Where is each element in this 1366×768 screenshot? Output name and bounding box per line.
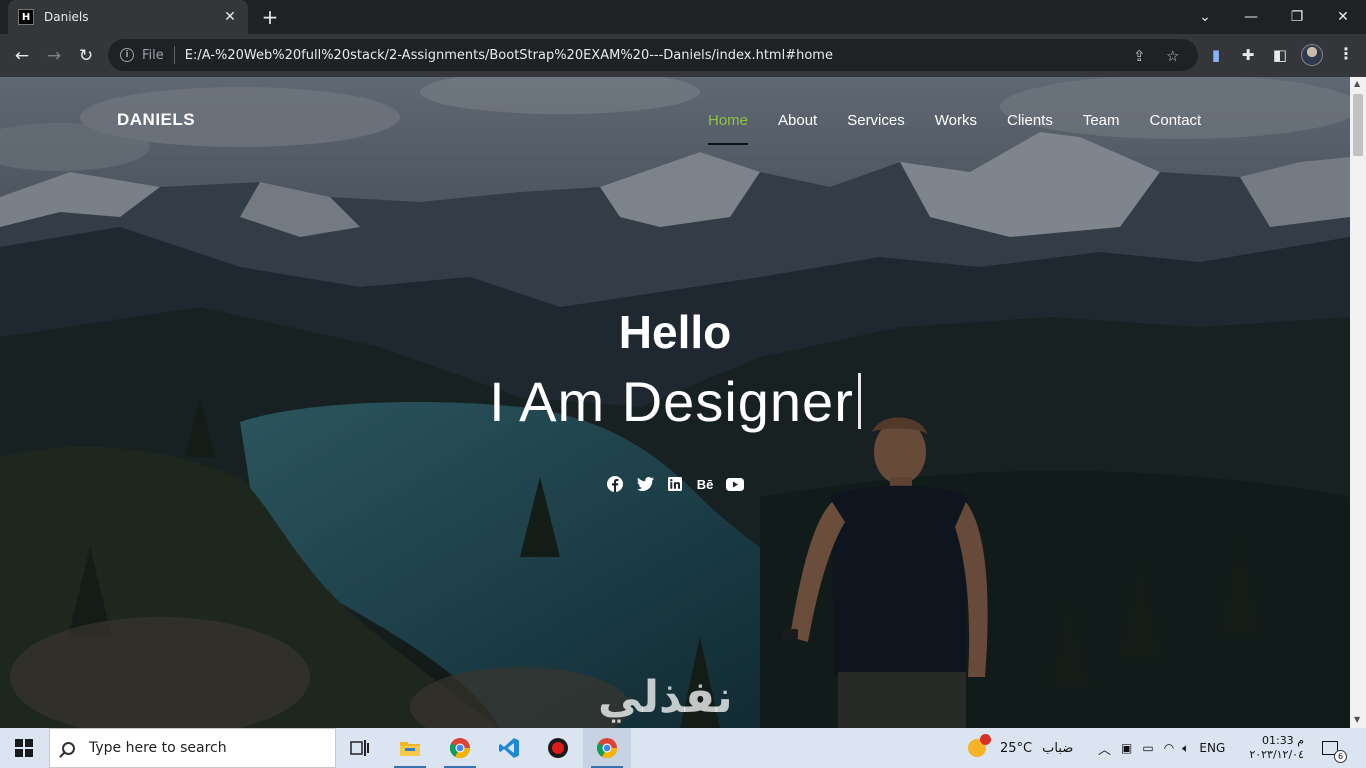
reload-button[interactable]: ↻: [72, 42, 100, 70]
scroll-thumb[interactable]: [1353, 94, 1363, 156]
site-info-icon[interactable]: i: [120, 48, 134, 62]
windows-logo-icon: [15, 739, 33, 757]
close-window-button[interactable]: ✕: [1320, 0, 1366, 34]
url-text[interactable]: E:/A-%20Web%20full%20stack/2-Assignments…: [185, 48, 833, 63]
chrome-icon[interactable]: [436, 728, 484, 768]
facebook-icon[interactable]: [604, 475, 626, 493]
address-bar[interactable]: i File E:/A-%20Web%20full%20stack/2-Assi…: [108, 39, 1198, 71]
notification-count-badge: 6: [1334, 750, 1347, 763]
screen-recorder-icon[interactable]: [534, 728, 582, 768]
battery-icon[interactable]: ▭: [1142, 741, 1153, 755]
hero-tagline-line: I Am Designer: [0, 369, 1350, 434]
extension-icon[interactable]: ▮: [1206, 46, 1226, 64]
side-panel-icon[interactable]: ◧: [1270, 46, 1290, 64]
clock-date: ٢٠٢٣/١٢/٠٤: [1249, 748, 1304, 761]
linkedin-icon[interactable]: [664, 475, 686, 493]
nav-item-about[interactable]: About: [778, 112, 817, 129]
address-divider: [173, 46, 175, 64]
wifi-icon[interactable]: ◠: [1164, 741, 1174, 755]
meet-now-icon[interactable]: ▣: [1121, 741, 1132, 755]
share-icon[interactable]: ⇪: [1133, 47, 1146, 65]
system-tray: ︿ ▣ ▭ ◠ 🔈︎ ENG: [1098, 728, 1225, 768]
tab-favicon-icon: H: [18, 9, 34, 25]
tab-strip: H Daniels ✕ + ⌄ — ❐ ✕: [0, 0, 1366, 34]
new-tab-button[interactable]: +: [258, 5, 282, 29]
back-button[interactable]: ←: [8, 42, 36, 70]
page-viewport: DANIELS Home About Services Works Client…: [0, 77, 1366, 728]
task-view-icon[interactable]: [336, 728, 384, 768]
restore-button[interactable]: ❐: [1274, 0, 1320, 34]
hero-tagline: I Am Designer: [489, 370, 854, 433]
menu-kebab-icon[interactable]: ⋮: [1338, 44, 1354, 63]
notifications-icon: 6: [1322, 741, 1347, 763]
taskbar-search-placeholder: Type here to search: [89, 740, 227, 756]
page-scrollbar[interactable]: ▲ ▼: [1350, 77, 1366, 728]
weather-temperature: 25°C: [1000, 740, 1033, 756]
hero-greeting: Hello: [618, 306, 732, 358]
nav-item-contact[interactable]: Contact: [1150, 112, 1202, 129]
watermark-logo: نفذلي: [598, 672, 733, 723]
vscode-icon[interactable]: [485, 728, 533, 768]
bookmark-star-icon[interactable]: ☆: [1166, 47, 1179, 65]
main-nav: Home About Services Works Clients Team C…: [693, 112, 1216, 145]
nav-item-home[interactable]: Home: [708, 112, 749, 145]
weather-sun-icon: [968, 734, 991, 757]
chrome-active-window-icon[interactable]: [583, 728, 631, 768]
nav-item-works[interactable]: Works: [935, 112, 977, 129]
scroll-up-icon[interactable]: ▲: [1354, 79, 1360, 88]
language-indicator[interactable]: ENG: [1199, 741, 1225, 755]
weather-widget[interactable]: 25°C ضباب: [968, 728, 1073, 768]
profile-avatar[interactable]: [1301, 44, 1323, 66]
action-center-button[interactable]: 6: [1322, 728, 1347, 768]
hero-section: DANIELS Home About Services Works Client…: [0, 77, 1350, 728]
taskbar-search-box[interactable]: Type here to search: [49, 728, 336, 768]
extensions-puzzle-icon[interactable]: ✚: [1238, 46, 1258, 64]
nav-item-team[interactable]: Team: [1083, 112, 1120, 129]
weather-condition: ضباب: [1042, 740, 1074, 756]
tab-title: Daniels: [44, 10, 89, 24]
start-button[interactable]: [0, 728, 48, 768]
file-explorer-icon[interactable]: [386, 728, 434, 768]
windows-taskbar: Type here to search 25°C ضباب ︿ ▣ ▭ ◠ 🔈︎…: [0, 728, 1366, 768]
volume-icon[interactable]: 🔈︎: [1182, 741, 1189, 756]
site-brand-logo[interactable]: DANIELS: [117, 110, 195, 130]
behance-icon[interactable]: Bē: [694, 475, 716, 493]
show-hidden-icons-chevron-icon[interactable]: ︿: [1098, 739, 1111, 758]
typing-cursor: [857, 373, 861, 429]
minimize-button[interactable]: —: [1228, 0, 1274, 34]
social-links: Bē: [604, 475, 754, 493]
browser-toolbar: ← → ↻ i File E:/A-%20Web%20full%20stack/…: [0, 34, 1366, 77]
tab-search-chevron-icon[interactable]: ⌄: [1182, 0, 1228, 34]
clock[interactable]: 01:33 م ٢٠٢٣/١٢/٠٤: [1249, 728, 1304, 768]
twitter-icon[interactable]: [634, 475, 656, 493]
forward-button[interactable]: →: [40, 42, 68, 70]
youtube-icon[interactable]: [724, 475, 746, 493]
search-icon: [62, 741, 75, 755]
nav-item-clients[interactable]: Clients: [1007, 112, 1053, 129]
weather-alert-badge-icon: [980, 734, 991, 745]
browser-tab[interactable]: H Daniels ✕: [8, 0, 248, 34]
tab-close-icon[interactable]: ✕: [222, 9, 238, 25]
scroll-down-icon[interactable]: ▼: [1354, 715, 1360, 724]
nav-item-services[interactable]: Services: [847, 112, 905, 129]
clock-time: 01:33 م: [1261, 734, 1304, 747]
address-scheme-label: File: [142, 47, 164, 63]
